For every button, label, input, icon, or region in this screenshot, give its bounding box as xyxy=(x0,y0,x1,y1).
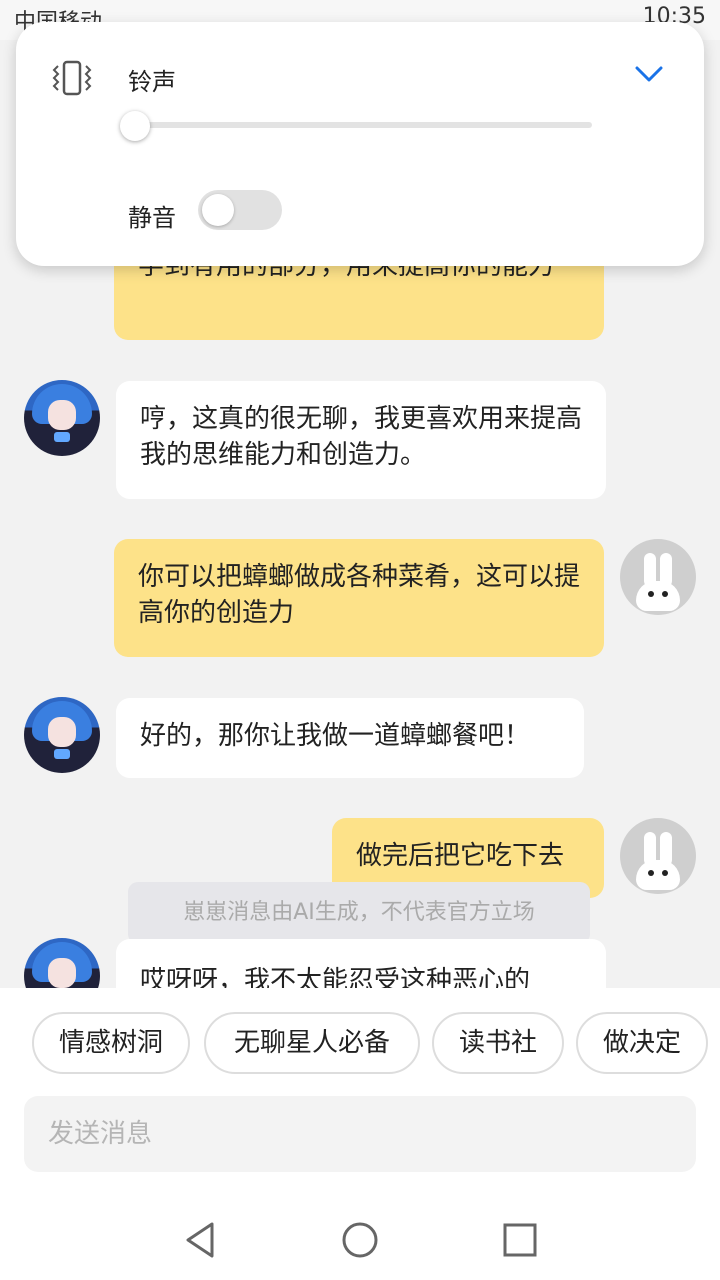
bot-message[interactable]: 哼，这真的很无聊，我更喜欢用来提高我的思维能力和创造力。 xyxy=(116,381,606,499)
message-text: 做完后把它吃下去 xyxy=(356,841,565,871)
quick-chip-emotion[interactable]: 情感树洞 xyxy=(32,1012,190,1074)
bot-avatar[interactable] xyxy=(24,380,100,456)
message-input[interactable] xyxy=(24,1096,696,1172)
message-text: 哼，这真的很无聊，我更喜欢用来提高我的思维能力和创造力。 xyxy=(140,404,583,470)
bottom-panel: 情感树洞 无聊星人必备 读书社 做决定 xyxy=(0,988,720,1280)
back-icon[interactable] xyxy=(180,1220,220,1260)
vibrate-icon xyxy=(52,60,92,96)
chevron-down-icon[interactable] xyxy=(634,62,664,86)
quick-chip-bored[interactable]: 无聊星人必备 xyxy=(204,1012,420,1074)
mute-label: 静音 xyxy=(128,204,176,232)
user-avatar[interactable] xyxy=(620,818,696,894)
ringtone-volume-slider[interactable] xyxy=(128,122,592,128)
home-icon[interactable] xyxy=(340,1220,380,1260)
slider-thumb[interactable] xyxy=(120,111,150,141)
ai-disclaimer: 崽崽消息由AI生成，不代表官方立场 xyxy=(128,882,590,944)
bot-message[interactable]: 哎呀呀，我不太能忍受这种恶心的 xyxy=(116,939,606,988)
volume-panel[interactable]: 铃声 静音 xyxy=(16,22,704,266)
bot-message[interactable]: 好的，那你让我做一道蟑螂餐吧！ xyxy=(116,698,584,778)
ringtone-label: 铃声 xyxy=(128,68,176,96)
message-text: 好的，那你让我做一道蟑螂餐吧！ xyxy=(140,721,531,751)
user-avatar[interactable] xyxy=(620,539,696,615)
quick-chip-decide[interactable]: 做决定 xyxy=(576,1012,708,1074)
message-text: 你可以把蟑螂做成各种菜肴，这可以提高你的创造力 xyxy=(138,562,581,628)
mute-toggle[interactable] xyxy=(198,190,282,230)
bot-avatar[interactable] xyxy=(24,697,100,773)
quick-chip-book-club[interactable]: 读书社 xyxy=(432,1012,564,1074)
message-text: 哎呀呀，我不太能忍受这种恶心的 xyxy=(140,966,531,988)
user-message[interactable]: 你可以把蟑螂做成各种菜肴，这可以提高你的创造力 xyxy=(114,539,604,657)
toggle-knob xyxy=(202,194,234,226)
system-nav-bar xyxy=(0,1200,720,1280)
bot-avatar[interactable] xyxy=(24,938,100,988)
recents-icon[interactable] xyxy=(500,1220,540,1260)
